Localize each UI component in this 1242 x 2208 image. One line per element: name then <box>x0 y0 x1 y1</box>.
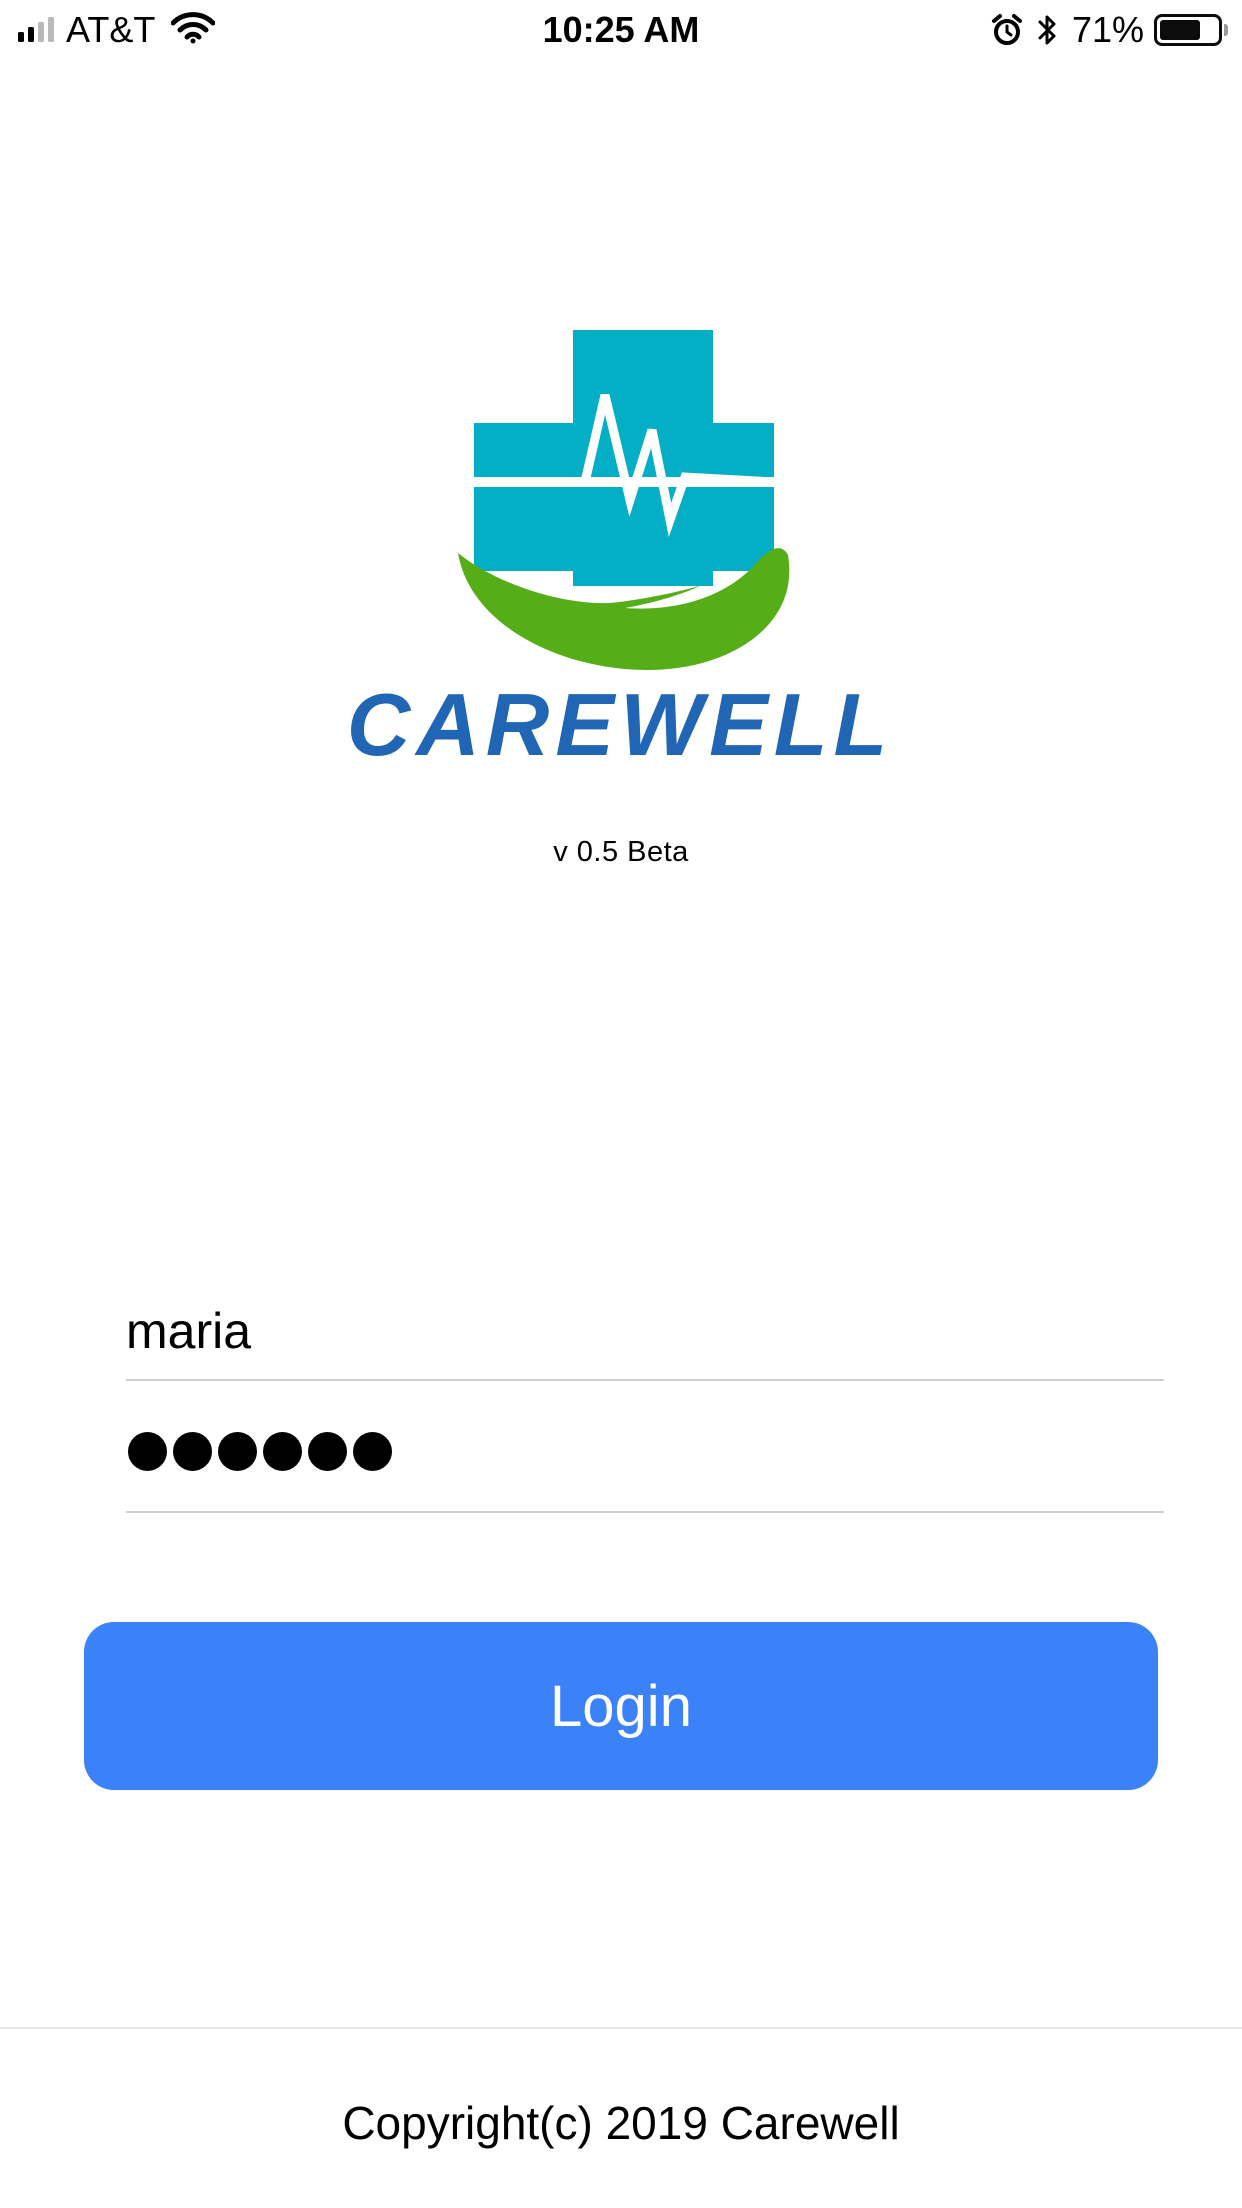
alarm-icon <box>990 13 1024 47</box>
username-field[interactable]: maria <box>126 1275 1164 1381</box>
password-dot <box>263 1432 302 1471</box>
status-bar-right: 71% <box>990 10 1228 50</box>
password-dot <box>353 1432 392 1471</box>
carewell-wordmark: CAREWELL <box>347 675 894 774</box>
password-field[interactable] <box>126 1405 1164 1513</box>
bluetooth-icon <box>1036 12 1060 48</box>
footer-divider <box>0 2027 1242 2029</box>
password-input[interactable] <box>128 1432 392 1471</box>
password-dot <box>218 1432 257 1471</box>
battery-level-fill <box>1160 20 1200 40</box>
carewell-logo: CAREWELL <box>260 325 980 795</box>
battery-tip <box>1224 24 1228 36</box>
username-input[interactable]: maria <box>126 1299 1164 1363</box>
password-dot <box>308 1432 347 1471</box>
copyright-text: Copyright(c) 2019 Carewell <box>342 2097 900 2149</box>
medical-cross-icon <box>474 330 775 586</box>
password-dot <box>173 1432 212 1471</box>
battery-icon <box>1154 14 1222 46</box>
app-version: v 0.5 Beta <box>553 836 689 868</box>
password-dot <box>128 1432 167 1471</box>
status-bar: AT&T 10:25 AM 71% <box>0 0 1242 60</box>
battery-percent: 71% <box>1071 9 1144 50</box>
login-button[interactable]: Login <box>84 1622 1158 1790</box>
